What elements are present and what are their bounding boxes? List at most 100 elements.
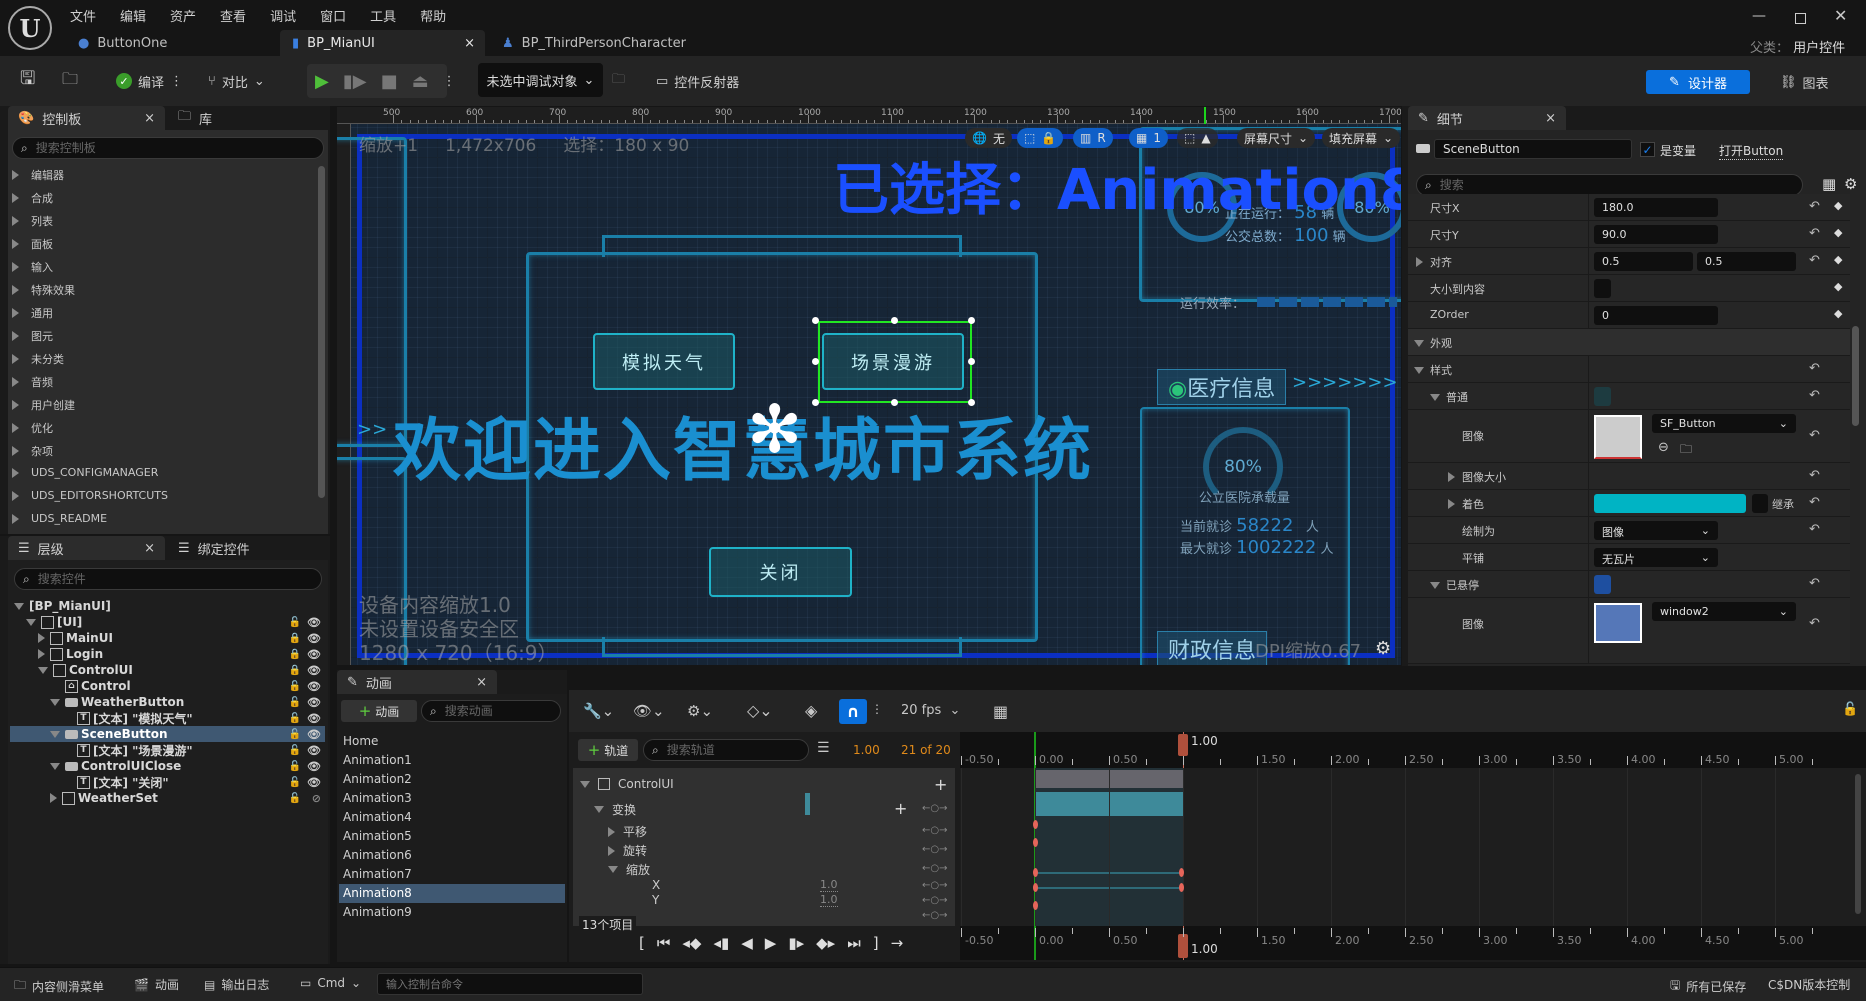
prev-frame-icon[interactable]: ◂▮ [713, 934, 729, 952]
key-nav-icon[interactable]: ←○→ [922, 895, 947, 906]
hierarchy-row[interactable]: MainUI 🔒 👁 [10, 630, 325, 646]
inherit-checkbox[interactable] [1752, 494, 1768, 513]
tab-buttonone[interactable]: ● ButtonOne [66, 30, 179, 56]
widget-reflector-button[interactable]: ▭ 控件反射器 [656, 66, 739, 96]
curve-editor-icon[interactable]: ▦ [993, 702, 1008, 721]
add-icon[interactable]: + [934, 775, 947, 794]
pin-icon[interactable]: ◆ [1834, 226, 1842, 239]
menu-file[interactable]: 文件 [70, 6, 96, 25]
hierarchy-search-input[interactable] [37, 572, 277, 586]
hierarchy-row[interactable]: SceneButton 🔓 👁 [10, 726, 325, 742]
use-asset-icon[interactable]: ⊖ [1658, 440, 1669, 455]
animation-list-item[interactable]: Animation5 [339, 827, 565, 846]
console-command-input[interactable] [377, 973, 643, 995]
settings-gear-icon[interactable]: ⚙ [1844, 175, 1857, 193]
diff-button[interactable]: ⑂ 对比 ⌄ [208, 66, 265, 96]
next-key-icon[interactable]: ◆▸ [816, 934, 835, 952]
fps-dropdown[interactable]: 20 fps ⌄ [901, 703, 960, 718]
graph-button[interactable]: ⛓ 图表 [1780, 70, 1829, 94]
image-asset-dropdown[interactable]: window2 ⌄ [1652, 602, 1796, 621]
palette-category[interactable]: 输入 [12, 259, 53, 275]
stop-icon[interactable]: ■ [381, 71, 398, 92]
more-icon[interactable]: ⋮ [871, 702, 883, 716]
expand-icon[interactable] [608, 826, 615, 837]
expand-icon[interactable] [38, 633, 45, 643]
eye-icon[interactable]: 👁 [307, 744, 321, 757]
track-row[interactable]: 缩放 [608, 861, 650, 878]
animation-search[interactable]: ⌕ [421, 700, 561, 722]
current-time[interactable]: 1.00 [853, 743, 880, 757]
hierarchy-row[interactable]: WeatherButton 🔓 👁 [10, 694, 325, 710]
palette-category[interactable]: 图元 [12, 328, 53, 344]
details-scrollbar[interactable] [1852, 326, 1859, 426]
pin-icon[interactable]: ◆ [1834, 280, 1842, 293]
screen-size-dropdown[interactable]: 屏幕尺寸 ⌄ [1237, 128, 1316, 148]
keyframe[interactable] [1179, 883, 1184, 892]
eye-icon[interactable]: 👁 [307, 680, 321, 693]
hierarchy-row[interactable]: ControlUIClose 🔓 👁 [10, 758, 325, 774]
keyframe[interactable] [1033, 838, 1038, 847]
details-search[interactable]: ⌕ [1416, 174, 1803, 196]
unlock-icon[interactable]: 🔓 [289, 713, 301, 724]
tiling-dropdown[interactable]: 无瓦片 ⌄ [1594, 548, 1718, 567]
eye-icon[interactable]: 👁 [307, 696, 321, 709]
animation-list-item[interactable]: Home [339, 732, 565, 751]
category-appearance[interactable]: 外观 [1408, 329, 1850, 356]
tab-animations[interactable]: ✎ 动画 × [337, 670, 497, 694]
eye-icon[interactable]: 👁 [307, 776, 321, 789]
keyframe-icon[interactable]: ◇⌄ [747, 701, 773, 720]
resize-handle[interactable] [968, 358, 975, 365]
palette-category[interactable]: 编辑器 [12, 167, 64, 183]
output-log-button[interactable]: ▤ 输出日志 [204, 976, 269, 993]
reset-icon[interactable]: ↶ [1809, 616, 1820, 631]
hierarchy-row[interactable]: T [文本] "模拟天气" 🔓 👁 [10, 710, 325, 726]
collapse-icon[interactable] [1430, 582, 1440, 589]
eye-icon[interactable]: 👁 [307, 632, 321, 645]
eye-icon[interactable]: 👁 [307, 664, 321, 677]
parent-class-link[interactable]: 用户控件 [1793, 41, 1846, 57]
close-icon[interactable]: × [476, 675, 487, 690]
tab-bp-mianui[interactable]: ▮ BP_MianUI × [280, 30, 485, 56]
image-thumbnail[interactable] [1594, 415, 1642, 459]
unlock-icon[interactable]: 🔓 [289, 617, 301, 628]
debug-browse-button[interactable]: 🗀 [612, 66, 625, 96]
reset-icon[interactable]: ↶ [1809, 468, 1820, 483]
loop-icon[interactable]: → [891, 934, 904, 952]
animation-drawer-button[interactable]: 🎬 动画 [134, 976, 179, 993]
reset-icon[interactable]: ↶ [1809, 522, 1820, 537]
close-icon[interactable]: × [144, 541, 155, 556]
widget-name-input[interactable] [1434, 139, 1632, 159]
play-icon[interactable]: ▶ [315, 71, 329, 92]
unlock-icon[interactable]: 🔓 [289, 761, 301, 772]
palette-category[interactable]: 优化 [12, 420, 53, 436]
collapse-icon[interactable] [1414, 367, 1424, 374]
prev-key-icon[interactable]: ◂◆ [682, 934, 701, 952]
more-icon[interactable]: ⋮ [170, 74, 183, 89]
reset-icon[interactable]: ↶ [1809, 199, 1820, 214]
eye-hidden-icon[interactable]: ⊘ [312, 792, 321, 805]
expand-icon[interactable] [1448, 499, 1455, 509]
tab-hierarchy[interactable]: ☰ 层级 × [8, 536, 165, 560]
playback-options-icon[interactable]: ⚙⌄ [687, 702, 713, 720]
eye-icon[interactable]: 👁 [307, 648, 321, 661]
size-to-content-checkbox[interactable] [1594, 279, 1611, 298]
unlock-icon[interactable]: 🔓 [289, 681, 301, 692]
add-track-button[interactable]: + 轨道 [578, 739, 638, 761]
lock-icon[interactable]: 🔒 [289, 665, 301, 676]
key-nav-icon[interactable]: ←○→ [922, 803, 947, 814]
reset-icon[interactable]: ↶ [1809, 428, 1820, 443]
debug-target-select[interactable]: 未选中调试对象 ⌄ [478, 63, 603, 97]
animation-search-input[interactable] [444, 704, 549, 718]
reset-icon[interactable]: ↶ [1809, 226, 1820, 241]
animation-list-item[interactable]: Animation3 [339, 789, 565, 808]
add-icon[interactable]: + [894, 799, 907, 818]
track-row[interactable]: 平移 [608, 823, 647, 840]
palette-category[interactable]: 特殊效果 [12, 282, 75, 298]
resize-handle[interactable] [891, 317, 898, 324]
playhead-handle[interactable] [1178, 734, 1188, 756]
close-icon[interactable]: × [144, 111, 155, 126]
track-row[interactable]: 旋转 [608, 842, 647, 859]
reset-icon[interactable]: ↶ [1809, 253, 1820, 268]
expand-icon[interactable] [608, 845, 615, 856]
anchor-icon[interactable]: ✻ [747, 397, 802, 463]
